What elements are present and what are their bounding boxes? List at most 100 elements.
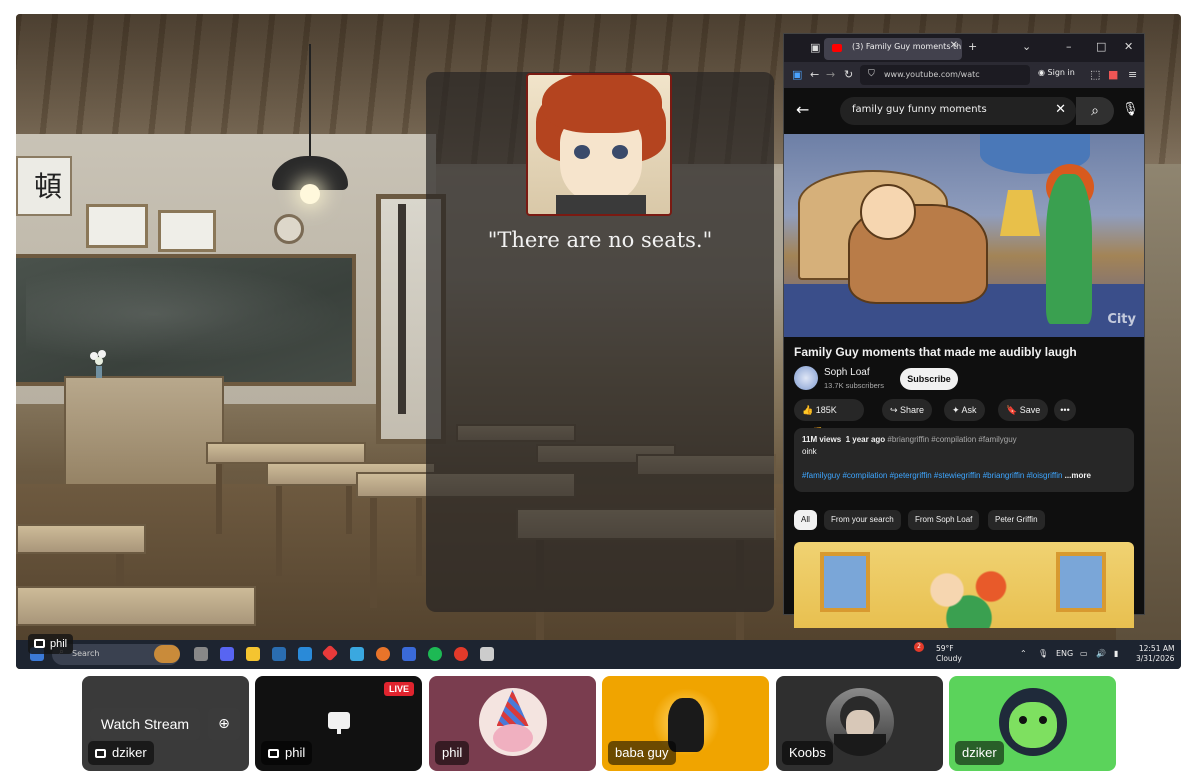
related-video-thumbnail[interactable]: [794, 542, 1134, 628]
steam-icon[interactable]: [272, 647, 286, 661]
flower-vase: [90, 350, 106, 378]
participant-tile-dziker-stream[interactable]: Watch Stream ⊕ dziker: [82, 676, 249, 771]
chip-peter-griffin[interactable]: Peter Griffin: [988, 510, 1045, 530]
like-count: 185K: [815, 405, 837, 415]
sidebar-icon[interactable]: ▣: [792, 68, 802, 81]
avatar-coat: [833, 734, 886, 756]
windows-taskbar: ⌕ Search 2 59°F Cloudy ⌃ 🎙 ENG ▭ 🔊 ▮ 12:…: [16, 640, 1181, 669]
app-icon[interactable]: [321, 644, 339, 662]
weather-widget[interactable]: 2 59°F Cloudy: [914, 642, 962, 664]
chevron-up-icon[interactable]: ⌃: [1020, 649, 1027, 658]
chevron-down-icon[interactable]: ⌄: [1022, 40, 1031, 53]
video-description[interactable]: 11M views 1 year ago #briangriffin #comp…: [794, 428, 1134, 492]
stove-pipe: [398, 204, 406, 414]
new-tab-icon[interactable]: +: [968, 40, 977, 53]
add-stream-button[interactable]: ⊕: [208, 708, 240, 740]
save-button[interactable]: 🔖 Save: [998, 399, 1049, 421]
photos-icon[interactable]: [350, 647, 364, 661]
share-button[interactable]: ↪ Share: [882, 399, 933, 421]
avatar: [998, 688, 1067, 756]
video-player[interactable]: City: [784, 134, 1144, 337]
participant-tile-koobs[interactable]: Koobs: [776, 676, 943, 771]
subscribe-button[interactable]: Subscribe: [900, 368, 958, 390]
desk-leg: [370, 498, 377, 608]
like-button[interactable]: 👍 185K👎: [794, 399, 864, 437]
url-text: www.youtube.com/watc: [884, 70, 980, 79]
extension-icon[interactable]: ■: [1108, 68, 1118, 81]
more-actions-button[interactable]: •••: [1054, 399, 1076, 421]
chip-all[interactable]: All: [794, 510, 817, 530]
search-button[interactable]: ⌕: [1076, 97, 1114, 125]
winamp-icon[interactable]: [402, 647, 416, 661]
stream-owner-name: phil: [50, 638, 68, 650]
system-clock[interactable]: 12:51 AM 3/31/2026: [1136, 644, 1174, 664]
view-count: 11M views: [802, 435, 842, 444]
blackboard-sheen: [26, 264, 346, 364]
address-bar[interactable]: ⛉ www.youtube.com/watc: [860, 65, 1030, 85]
tile-name-label: Koobs: [782, 741, 833, 765]
description-tags[interactable]: #familyguy #compilation #petergriffin #s…: [802, 471, 1062, 480]
youtube-search-input[interactable]: family guy funny moments ✕: [840, 97, 1076, 125]
app-character-icon[interactable]: [480, 647, 494, 661]
forward-icon[interactable]: →: [826, 68, 835, 81]
shared-screen[interactable]: 頓 "There are no seats." ▣ (3) Family Guy…: [16, 14, 1181, 669]
share-label: Share: [900, 405, 925, 415]
weather-desc: Cloudy: [936, 654, 962, 663]
store-icon[interactable]: [298, 647, 312, 661]
thumbnail-window: [1056, 552, 1106, 612]
participant-tile-baba-guy[interactable]: baba guy: [602, 676, 769, 771]
participant-tile-phil[interactable]: phil: [429, 676, 596, 771]
description-more-link[interactable]: ...more: [1065, 471, 1091, 480]
participant-tile-phil-stream[interactable]: LIVE phil: [255, 676, 422, 771]
volume-icon[interactable]: 🔊: [1096, 649, 1106, 658]
subscriber-count: 13.7K subscribers: [824, 381, 885, 390]
screen-share-icon: [95, 749, 106, 758]
browser-tab[interactable]: (3) Family Guy moments th ✕: [824, 38, 962, 60]
chip-from-search[interactable]: From your search: [824, 510, 901, 530]
back-arrow-icon[interactable]: ←: [796, 100, 809, 119]
discord-icon[interactable]: [220, 647, 234, 661]
tab-manager-icon[interactable]: ▣: [810, 41, 820, 54]
language-indicator[interactable]: ENG: [1056, 649, 1073, 658]
browser-window[interactable]: ▣ (3) Family Guy moments th ✕ + ⌄ – □ ✕ …: [783, 33, 1145, 628]
firefox-icon[interactable]: [376, 647, 390, 661]
clear-search-icon[interactable]: ✕: [1055, 102, 1066, 117]
lamp-cord: [309, 44, 311, 164]
microphone-icon[interactable]: 🎙: [1122, 102, 1139, 117]
avatar: [825, 688, 894, 756]
app-g-icon[interactable]: [454, 647, 468, 661]
monitor-icon[interactable]: ▭: [1080, 649, 1088, 658]
chip-from-channel[interactable]: From Soph Loaf: [908, 510, 980, 530]
wall-frame: [86, 204, 148, 248]
thumbs-up-icon: 👍: [802, 405, 816, 415]
tile-name-label: baba guy: [608, 741, 676, 765]
extensions-icon[interactable]: ⬚: [1090, 68, 1100, 81]
search-highlight-icon[interactable]: [154, 645, 180, 663]
close-window-icon[interactable]: ✕: [1124, 40, 1133, 53]
ask-button[interactable]: ✦ Ask: [944, 399, 985, 421]
weather-temp: 59°F: [936, 644, 954, 653]
microphone-icon[interactable]: 🎙: [1038, 649, 1048, 658]
participant-tile-dziker[interactable]: dziker: [949, 676, 1116, 771]
channel-name[interactable]: Soph Loaf: [824, 367, 870, 378]
maximize-icon[interactable]: □: [1096, 40, 1106, 53]
channel-avatar[interactable]: [794, 366, 818, 390]
sign-in-button[interactable]: ◉ Sign in: [1038, 68, 1075, 77]
watch-stream-button[interactable]: Watch Stream: [90, 708, 200, 740]
task-view-icon[interactable]: [194, 647, 208, 661]
youtube-search-row: ← family guy funny moments ✕ ⌕ 🎙: [784, 88, 1144, 134]
tile-name: dziker: [962, 745, 997, 760]
back-icon[interactable]: ←: [810, 68, 819, 81]
thumbnail-characters: [914, 562, 1024, 628]
menu-icon[interactable]: ≡: [1128, 68, 1137, 81]
live-badge: LIVE: [383, 682, 414, 696]
desk-leg: [416, 486, 422, 576]
close-tab-icon[interactable]: ✕: [950, 40, 958, 51]
description-top-tags[interactable]: #briangriffin #compilation #familyguy: [887, 435, 1016, 444]
battery-icon[interactable]: ▮: [1114, 649, 1118, 658]
minimize-icon[interactable]: –: [1066, 40, 1072, 53]
file-explorer-icon[interactable]: [246, 647, 260, 661]
spotify-icon[interactable]: [428, 647, 442, 661]
reload-icon[interactable]: ↻: [844, 68, 853, 81]
clock-date: 3/31/2026: [1136, 654, 1175, 663]
